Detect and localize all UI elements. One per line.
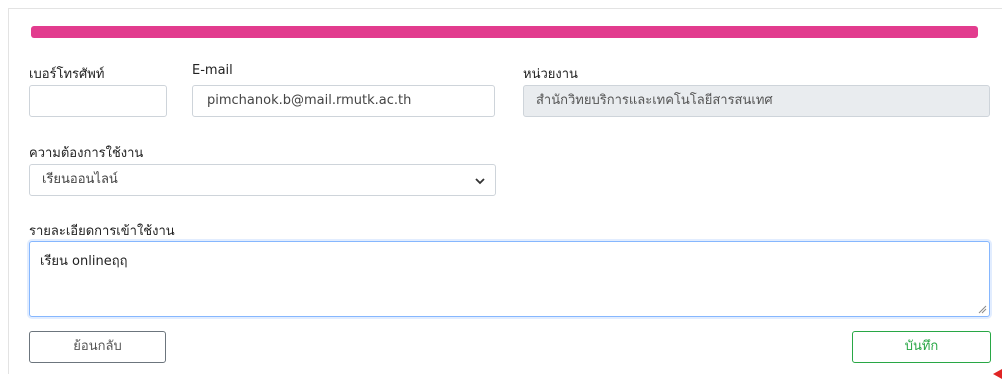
resize-handle-icon[interactable] [977,304,987,314]
department-label: หน่วยงาน [523,67,578,82]
back-button[interactable]: ย้อนกลับ [29,331,166,363]
requirement-selected-value: เรียนออนไลน์ [42,172,118,187]
requirement-label: ความต้องการใช้งาน [29,146,144,161]
phone-label: เบอร์โทรศัพท์ [29,67,105,82]
details-label: รายละเอียดการเข้าใช้งาน [29,224,175,239]
pointer-marker-icon [993,369,1002,379]
details-textarea[interactable]: เรียน onlineฤฤ [29,241,990,317]
email-label: E-mail [192,63,233,78]
details-text: เรียน onlineฤฤ [40,254,128,269]
requirement-select[interactable]: เรียนออนไลน์ [29,164,496,196]
phone-field[interactable] [29,85,167,117]
header-accent-bar [31,26,978,38]
department-field: สำนักวิทยบริการและเทคโนโลยีสารสนเทศ [523,85,990,117]
chevron-down-icon [475,178,485,185]
email-field[interactable]: pimchanok.b@mail.rmutk.ac.th [192,85,495,117]
save-button[interactable]: บันทึก [852,331,991,363]
